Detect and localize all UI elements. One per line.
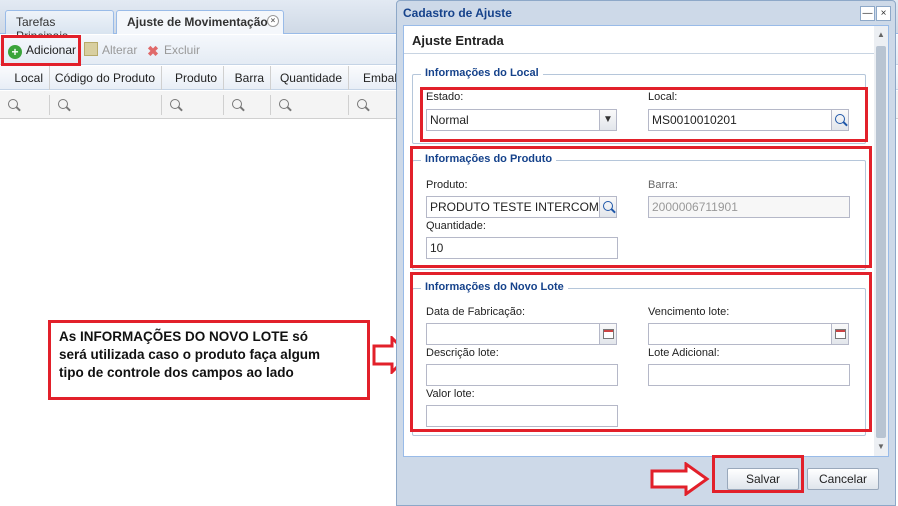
highlight-add-button xyxy=(1,35,81,66)
vertical-scrollbar[interactable]: ▲ ▼ xyxy=(874,26,888,456)
highlight-lote-section xyxy=(410,272,872,432)
search-icon xyxy=(232,99,242,109)
search-icon xyxy=(170,99,180,109)
window-footer: Salvar Cancelar xyxy=(397,459,895,505)
delete-button-label: Excluir xyxy=(164,43,201,57)
filter-produto[interactable] xyxy=(162,95,224,115)
legend-local: Informações do Local xyxy=(421,67,543,79)
delete-button[interactable]: ✖ Excluir xyxy=(146,40,200,60)
filter-barra[interactable] xyxy=(224,95,271,115)
edit-button[interactable]: Alterar xyxy=(84,40,137,60)
filter-quantidade[interactable] xyxy=(271,95,349,115)
search-icon xyxy=(357,99,367,109)
annotation-note: As INFORMAÇÕES DO NOVO LOTE só será util… xyxy=(48,320,370,400)
edit-button-label: Alterar xyxy=(102,43,138,57)
panel-title: Ajuste Entrada xyxy=(404,26,888,54)
minimize-icon[interactable]: — xyxy=(860,6,875,21)
cancel-button[interactable]: Cancelar xyxy=(807,468,879,490)
window-title[interactable]: Cadastro de Ajuste xyxy=(397,1,895,25)
column-header-barra[interactable]: Barra xyxy=(224,66,271,90)
search-icon xyxy=(58,99,68,109)
scroll-down-icon[interactable]: ▼ xyxy=(876,442,886,452)
column-header-quantidade[interactable]: Quantidade xyxy=(271,66,349,90)
highlight-local-section xyxy=(420,87,868,142)
highlight-save-button xyxy=(712,455,804,493)
tab-ajuste-movimentacao[interactable]: Ajuste de Movimentação × xyxy=(116,10,284,34)
search-icon xyxy=(8,99,18,109)
annotation-line-3: tipo de controle dos campos ao lado xyxy=(59,365,294,380)
filter-codigo-produto[interactable] xyxy=(50,95,162,115)
tab-close-icon[interactable]: × xyxy=(267,15,279,27)
column-header-local[interactable]: Local xyxy=(0,66,50,90)
scroll-up-icon[interactable]: ▲ xyxy=(876,30,886,40)
delete-icon: ✖ xyxy=(147,43,159,59)
column-header-produto[interactable]: Produto xyxy=(162,66,224,90)
close-icon[interactable]: × xyxy=(876,6,891,21)
tab-label: Ajuste de Movimentação xyxy=(127,15,268,29)
edit-icon xyxy=(84,42,98,56)
tab-tarefas-principais[interactable]: Tarefas Principais xyxy=(5,10,114,43)
column-header-codigo-produto[interactable]: Código do Produto xyxy=(50,66,162,90)
scrollbar-thumb[interactable] xyxy=(876,46,886,438)
annotation-line-2: será utilizada caso o produto faça algum xyxy=(59,347,321,362)
filter-embalagem[interactable] xyxy=(349,95,399,115)
arrow-right-icon xyxy=(650,462,710,496)
highlight-produto-section xyxy=(410,146,872,268)
filter-local[interactable] xyxy=(0,95,50,115)
search-icon xyxy=(279,99,289,109)
annotation-line-1: As INFORMAÇÕES DO NOVO LOTE só xyxy=(59,329,309,344)
